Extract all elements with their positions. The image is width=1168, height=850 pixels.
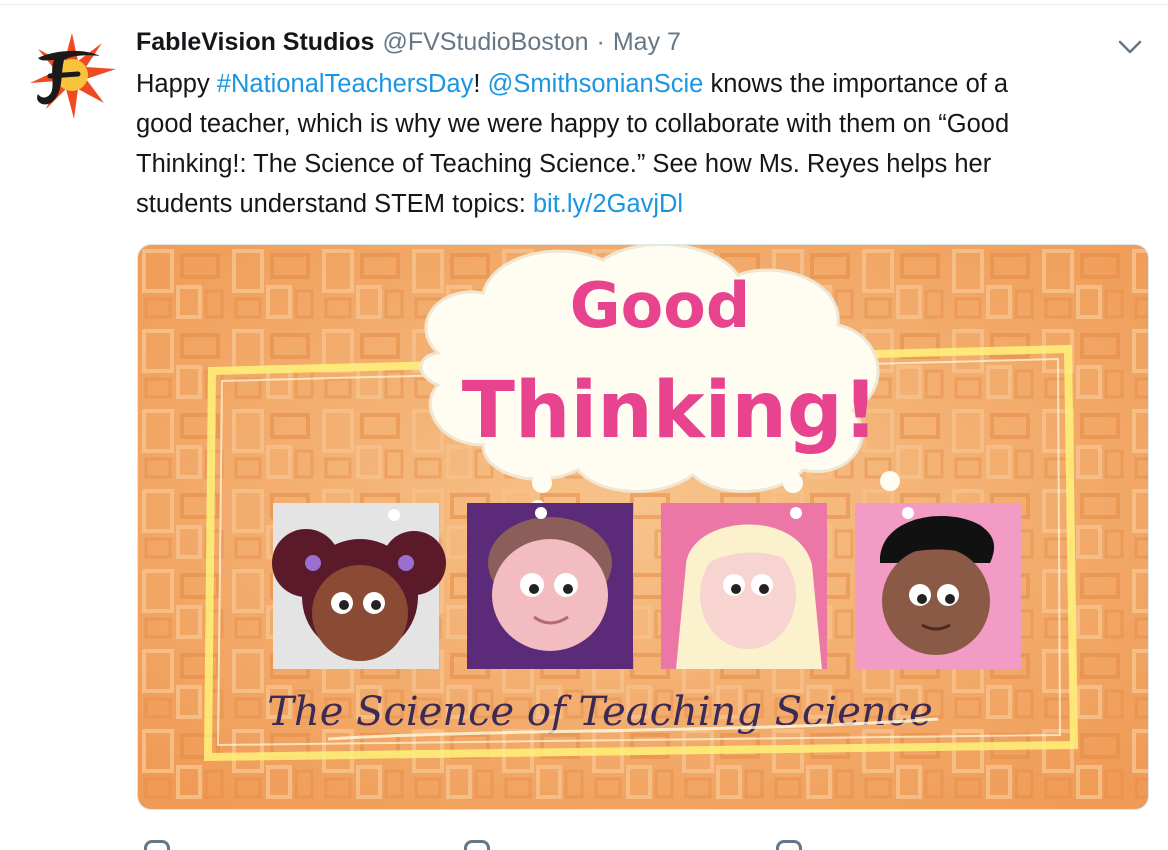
mention-link[interactable]: @SmithsonianScie (488, 70, 704, 98)
tweet-text-line-1: Happy #NationalTeachersDay! @Smithsonian… (136, 70, 1009, 98)
media-title-line-1: Good (570, 269, 750, 342)
tweet-text-line-2: good teacher, which is why we were happy… (136, 110, 1010, 138)
tweet-text-line-3: Thinking!: The Science of Teaching Scien… (136, 150, 992, 178)
retweet-icon[interactable] (464, 840, 490, 850)
author-handle[interactable]: @FVStudioBoston (382, 28, 588, 57)
media-image: Good Thinking! The Science of Teaching S… (138, 245, 1148, 809)
url-link[interactable]: bit.ly/2GavjDl (533, 190, 683, 218)
character-girl-blonde (661, 503, 827, 669)
character-boy-black-hair (855, 503, 1021, 669)
tweet-header: FableVision Studios @FVStudioBoston · Ma… (136, 28, 681, 60)
action-bar (140, 834, 1140, 850)
separator-dot: · (596, 28, 605, 56)
character-girl-pigtails (272, 503, 446, 669)
tweet-date[interactable]: May 7 (613, 28, 681, 57)
character-boy-brown-hair (467, 503, 633, 669)
media-subtitle: The Science of Teaching Science (267, 689, 933, 735)
tweet-text: Happy #NationalTeachersDay! @Smithsonian… (136, 64, 1146, 224)
like-icon[interactable] (776, 840, 802, 850)
top-divider (0, 4, 1168, 5)
media-title-line-2: Thinking! (462, 366, 879, 456)
chevron-down-icon[interactable] (1117, 36, 1143, 58)
reply-icon[interactable] (144, 840, 170, 850)
fablevision-logo-icon[interactable] (20, 30, 118, 120)
hashtag-link[interactable]: #NationalTeachersDay (217, 70, 474, 98)
tweet-text-line-4: students understand STEM topics: bit.ly/… (136, 190, 684, 218)
media-card[interactable]: Good Thinking! The Science of Teaching S… (137, 244, 1149, 810)
author-name[interactable]: FableVision Studios (136, 28, 374, 57)
